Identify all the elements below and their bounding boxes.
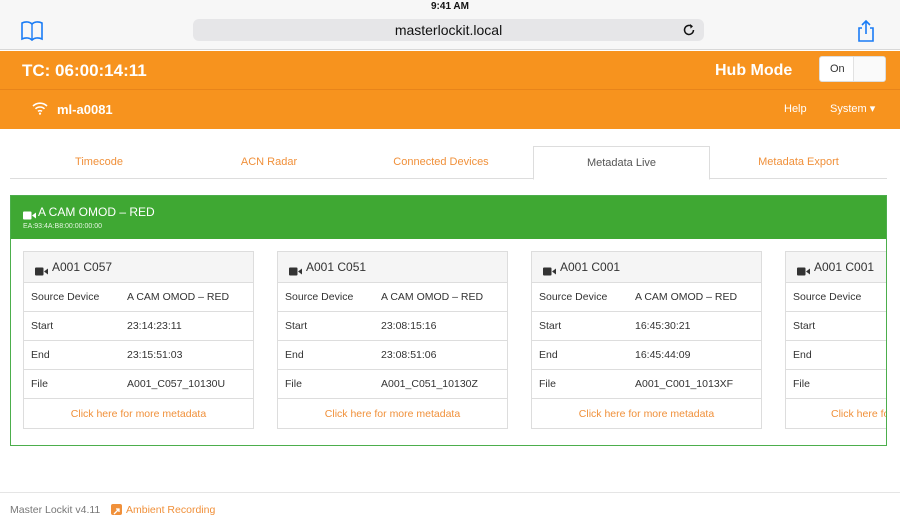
clip-card: A001 C001 Source Device Start End File C… bbox=[785, 251, 886, 429]
wifi-icon bbox=[32, 101, 48, 115]
row-value: A CAM OMOD – RED bbox=[381, 291, 484, 303]
clip-row-source-device: Source Device A CAM OMOD – RED bbox=[24, 283, 253, 312]
reload-icon[interactable] bbox=[682, 23, 696, 37]
row-value: A001_C051_10130Z bbox=[381, 378, 478, 390]
clip-row-start: Start 23:08:15:16 bbox=[278, 312, 507, 341]
video-camera-icon bbox=[35, 263, 48, 276]
row-key: End bbox=[793, 349, 812, 361]
clip-row-end: End 16:45:44:09 bbox=[532, 341, 761, 370]
timecode-bar: TC: 06:00:14:11 Hub Mode On bbox=[0, 51, 900, 90]
row-key: File bbox=[285, 378, 302, 390]
hub-mode-toggle-label: On bbox=[830, 63, 845, 75]
camera-panel-header: A CAM OMOD – RED EA:93:4A:B8:00:00:00:00 bbox=[11, 196, 886, 239]
row-value: A CAM OMOD – RED bbox=[127, 291, 230, 303]
row-key: End bbox=[31, 349, 50, 361]
row-key: File bbox=[31, 378, 48, 390]
clip-row-start: Start 23:14:23:11 bbox=[24, 312, 253, 341]
tab-acn-radar[interactable]: ACN Radar bbox=[180, 146, 358, 179]
row-key: End bbox=[285, 349, 304, 361]
clip-row-start: Start 16:45:30:21 bbox=[532, 312, 761, 341]
main-tabs: Timecode ACN Radar Connected Devices Met… bbox=[10, 146, 887, 180]
row-key: Start bbox=[539, 320, 562, 332]
more-metadata-link[interactable]: Click here for more metadata bbox=[24, 400, 253, 429]
clip-title: A001 C057 bbox=[52, 260, 113, 274]
toggle-knob bbox=[853, 57, 885, 81]
clip-row-end: End bbox=[786, 341, 886, 370]
clip-title: A001 C001 bbox=[560, 260, 621, 274]
more-metadata-link[interactable]: Click here for more metadata bbox=[278, 400, 507, 429]
more-metadata-link[interactable]: Click here for more metadata bbox=[532, 400, 761, 429]
tab-connected-devices[interactable]: Connected Devices bbox=[352, 146, 530, 179]
system-menu[interactable]: System ▾ bbox=[830, 90, 875, 129]
row-key: Source Device bbox=[31, 291, 100, 303]
row-value: 23:14:23:11 bbox=[127, 320, 182, 332]
row-value: 23:08:15:16 bbox=[381, 320, 437, 332]
camera-mac-address: EA:93:4A:B8:00:00:00:00 bbox=[23, 223, 103, 230]
video-camera-icon bbox=[797, 263, 810, 276]
row-key: Source Device bbox=[793, 291, 862, 303]
ambient-recording-link[interactable]: Ambient Recording bbox=[126, 493, 215, 524]
clip-row-start: Start bbox=[786, 312, 886, 341]
clip-row-end: End 23:15:51:03 bbox=[24, 341, 253, 370]
clip-card-header: A001 C001 bbox=[532, 252, 761, 283]
row-value: A CAM OMOD – RED bbox=[635, 291, 738, 303]
tab-timecode[interactable]: Timecode bbox=[10, 146, 188, 179]
row-key: Start bbox=[793, 320, 816, 332]
row-key: File bbox=[539, 378, 556, 390]
row-key: End bbox=[539, 349, 558, 361]
share-icon[interactable] bbox=[856, 19, 876, 43]
hub-mode-label: Hub Mode bbox=[715, 62, 793, 79]
clip-row-file: File A001_C001_1013XF bbox=[532, 370, 761, 399]
more-metadata-link[interactable]: Click here fo bbox=[786, 400, 886, 429]
address-bar[interactable]: masterlockit.local bbox=[193, 19, 704, 41]
clip-row-file: File bbox=[786, 370, 886, 399]
clip-card-header: A001 C001 bbox=[786, 252, 886, 283]
row-value: A001_C057_10130U bbox=[127, 378, 226, 390]
device-name[interactable]: ml-a0081 bbox=[57, 90, 113, 129]
clip-title: A001 C001 bbox=[814, 260, 875, 274]
clip-card-header: A001 C057 bbox=[24, 252, 253, 283]
clip-card: A001 C057 Source Device A CAM OMOD – RED … bbox=[23, 251, 254, 429]
row-value: 23:15:51:03 bbox=[127, 349, 183, 361]
browser-toolbar: masterlockit.local bbox=[0, 14, 900, 50]
device-navbar: ml-a0081 Help System ▾ bbox=[0, 90, 900, 129]
video-camera-icon bbox=[543, 263, 556, 276]
tab-metadata-live[interactable]: Metadata Live bbox=[533, 146, 710, 180]
camera-name: A CAM OMOD – RED bbox=[38, 205, 155, 219]
bookmarks-icon[interactable] bbox=[20, 20, 44, 42]
clip-row-file: File A001_C051_10130Z bbox=[278, 370, 507, 399]
row-key: Source Device bbox=[539, 291, 608, 303]
row-value: 23:08:51:06 bbox=[381, 349, 437, 361]
video-camera-icon bbox=[23, 207, 36, 220]
video-camera-icon bbox=[289, 263, 302, 276]
footer: Master Lockit v4.11 Ambient Recording bbox=[0, 492, 900, 524]
clip-title: A001 C051 bbox=[306, 260, 367, 274]
row-key: Start bbox=[285, 320, 308, 332]
clip-row-source-device: Source Device A CAM OMOD – RED bbox=[278, 283, 507, 312]
row-key: File bbox=[793, 378, 810, 390]
clip-row-file: File A001_C057_10130U bbox=[24, 370, 253, 399]
app-version: Master Lockit v4.11 bbox=[10, 504, 101, 516]
help-link[interactable]: Help bbox=[784, 90, 807, 129]
clip-row-source-device: Source Device bbox=[786, 283, 886, 312]
clip-card-header: A001 C051 bbox=[278, 252, 507, 283]
clip-card: A001 C051 Source Device A CAM OMOD – RED … bbox=[277, 251, 508, 429]
clip-row-end: End 23:08:51:06 bbox=[278, 341, 507, 370]
tab-metadata-export[interactable]: Metadata Export bbox=[710, 146, 887, 179]
timecode-display: TC: 06:00:14:11 bbox=[22, 61, 147, 80]
status-time: 9:41 AM bbox=[431, 1, 469, 12]
clip-card: A001 C001 Source Device A CAM OMOD – RED … bbox=[531, 251, 762, 429]
hub-mode-toggle[interactable]: On bbox=[819, 56, 886, 82]
status-bar: 9:41 AM bbox=[0, 0, 900, 14]
recording-icon bbox=[111, 504, 122, 515]
camera-panel: A CAM OMOD – RED EA:93:4A:B8:00:00:00:00… bbox=[10, 195, 887, 446]
row-key: Start bbox=[31, 320, 54, 332]
clip-row-source-device: Source Device A CAM OMOD – RED bbox=[532, 283, 761, 312]
url-text: masterlockit.local bbox=[394, 22, 503, 38]
row-value: 16:45:30:21 bbox=[635, 320, 691, 332]
row-value: A001_C001_1013XF bbox=[635, 378, 734, 390]
row-key: Source Device bbox=[285, 291, 354, 303]
row-value: 16:45:44:09 bbox=[635, 349, 691, 361]
